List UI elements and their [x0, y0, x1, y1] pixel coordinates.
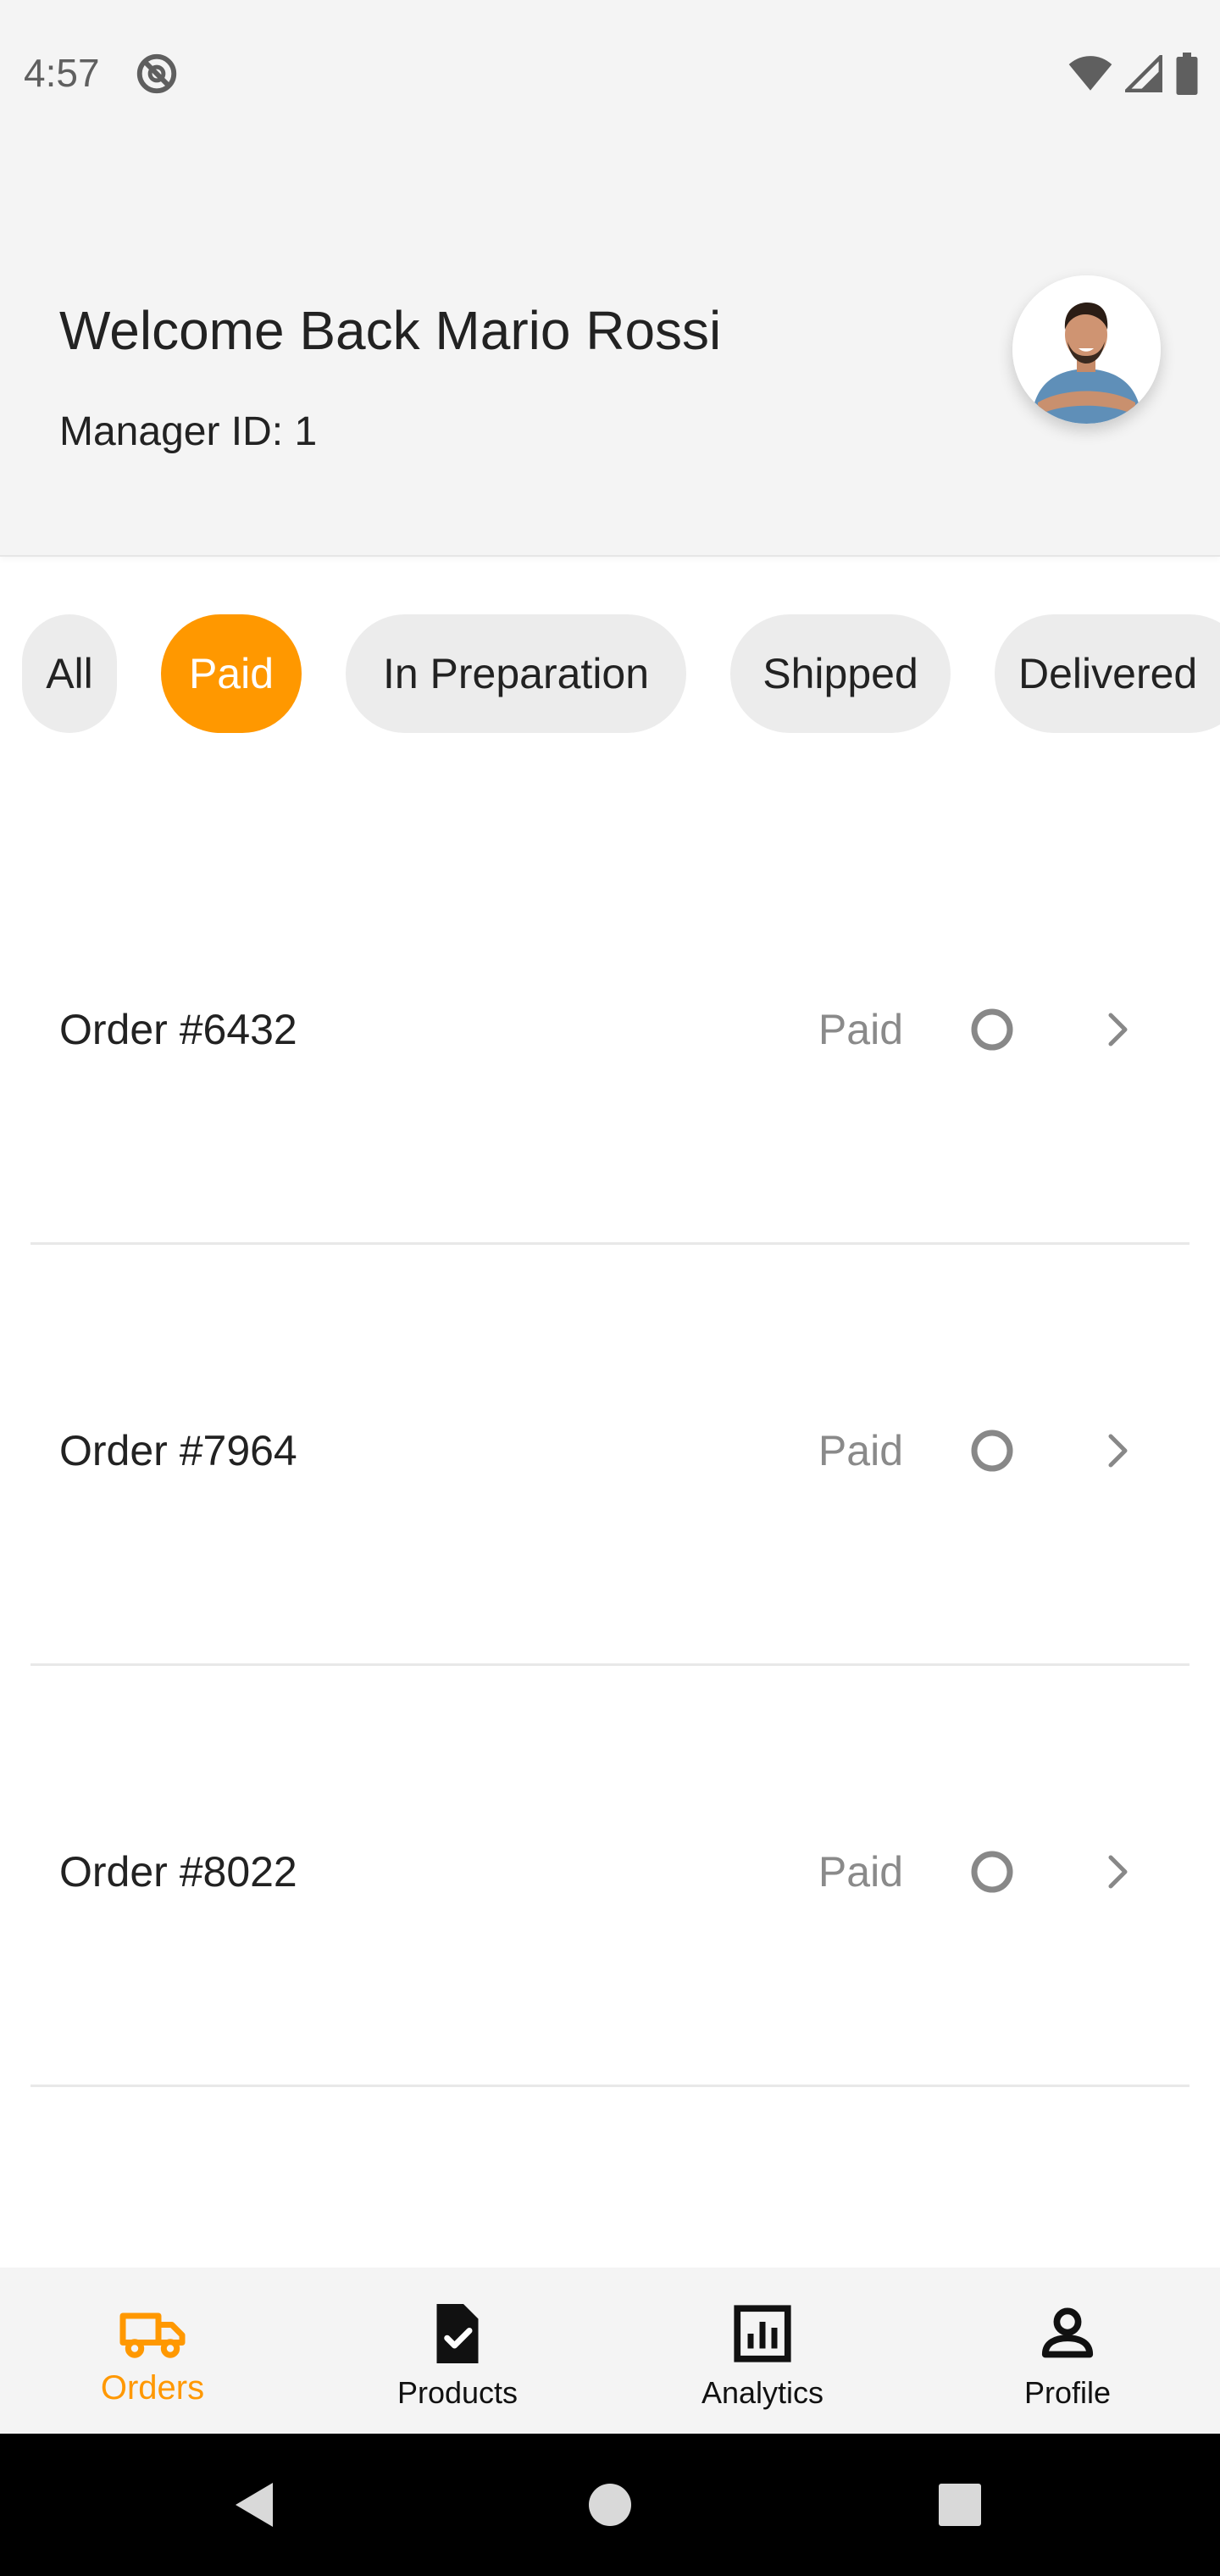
order-row[interactable]: Order #6432 Paid — [30, 822, 1190, 1245]
home-icon[interactable] — [586, 2481, 634, 2529]
nav-label-products: Products — [396, 2375, 518, 2410]
radio-icon[interactable] — [966, 1003, 1018, 1056]
document-check-icon — [436, 2304, 479, 2363]
status-time: 4:57 — [24, 51, 100, 95]
chevron-right-icon[interactable] — [1095, 1849, 1140, 1895]
order-row[interactable]: Order #8022 Paid — [30, 1664, 1190, 2087]
order-title: Order #6432 — [59, 1006, 297, 1053]
person-icon — [1041, 2307, 1094, 2358]
status-bar: 4:57 — [0, 0, 1220, 144]
nav-orders[interactable]: Orders — [0, 2268, 305, 2434]
manager-id: Manager ID: 1 — [59, 409, 318, 454]
status-icons — [1068, 51, 1200, 97]
order-status: Paid — [818, 1848, 903, 1896]
avatar-image — [1012, 275, 1161, 424]
chevron-right-icon[interactable] — [1095, 1428, 1140, 1474]
order-status: Paid — [818, 1006, 903, 1053]
order-title: Order #7964 — [59, 1427, 297, 1474]
chevron-right-icon[interactable] — [1095, 1007, 1140, 1052]
truck-icon — [119, 2312, 186, 2358]
dnd-icon — [136, 53, 177, 94]
back-icon[interactable] — [230, 2479, 278, 2530]
nav-label-orders: Orders — [100, 2369, 205, 2407]
bottom-navigation: Orders Products Analytics Profile — [0, 2268, 1220, 2434]
recents-icon[interactable] — [937, 2482, 983, 2528]
order-title: Order #8022 — [59, 1848, 297, 1896]
bar-chart-icon — [734, 2305, 791, 2362]
nav-products[interactable]: Products — [305, 2268, 610, 2434]
nav-analytics[interactable]: Analytics — [610, 2268, 915, 2434]
chip-shipped[interactable]: Shipped — [730, 614, 951, 733]
nav-label-profile: Profile — [1023, 2375, 1112, 2410]
chip-in-preparation[interactable]: In Preparation — [346, 614, 686, 733]
battery-icon — [1176, 53, 1198, 95]
header: Welcome Back Mario Rossi Manager ID: 1 — [0, 144, 1220, 557]
avatar[interactable] — [1012, 275, 1161, 424]
wifi-icon — [1068, 56, 1112, 91]
system-navigation-bar — [0, 2434, 1220, 2576]
chip-paid[interactable]: Paid — [161, 614, 302, 733]
nav-label-analytics: Analytics — [701, 2375, 824, 2410]
order-status: Paid — [818, 1427, 903, 1474]
signal-icon — [1125, 55, 1162, 92]
chip-all[interactable]: All — [22, 614, 117, 733]
radio-icon[interactable] — [966, 1424, 1018, 1477]
filter-chips: All Paid In Preparation Shipped Delivere… — [0, 614, 1220, 733]
welcome-title: Welcome Back Mario Rossi — [59, 300, 722, 361]
radio-icon[interactable] — [966, 1846, 1018, 1898]
order-row[interactable]: Order #7964 Paid — [30, 1243, 1190, 1666]
chip-delivered[interactable]: Delivered — [995, 614, 1220, 733]
nav-profile[interactable]: Profile — [915, 2268, 1220, 2434]
